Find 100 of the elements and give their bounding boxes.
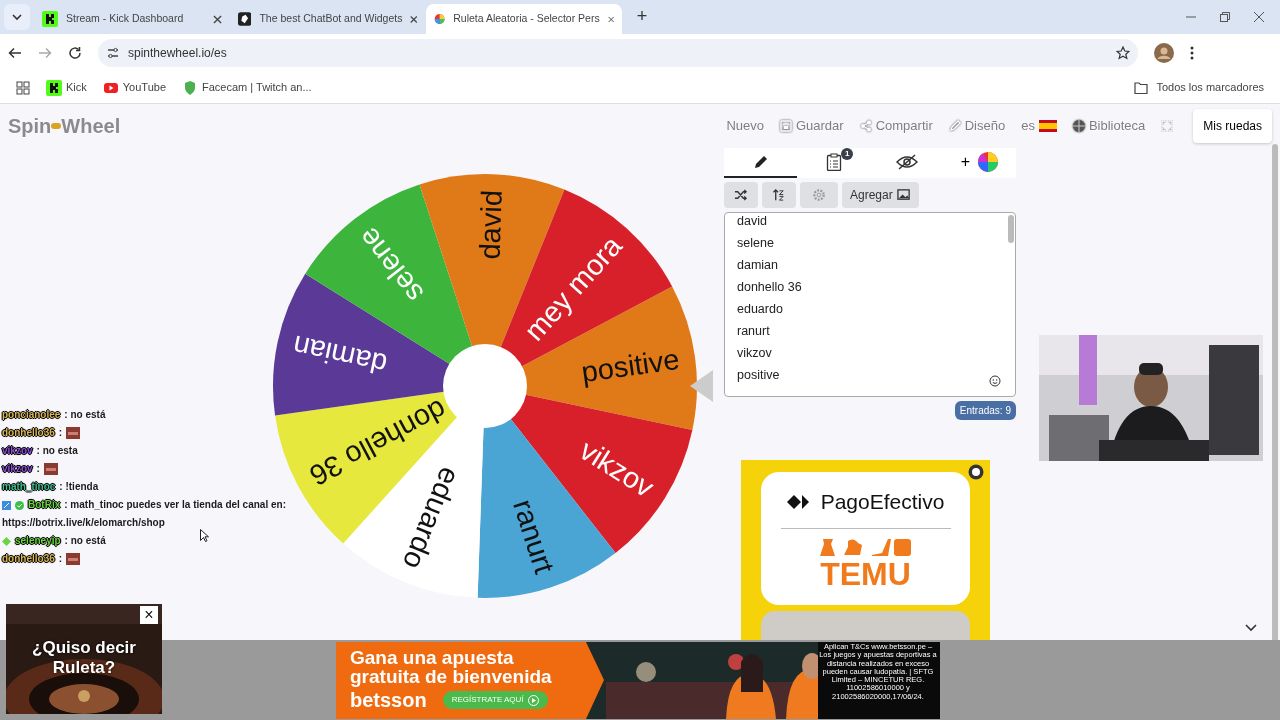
chat-username: donhello36 [2, 552, 55, 566]
segment-label: ranurt [506, 495, 561, 578]
pencil-icon [948, 120, 961, 132]
browser-tab[interactable]: Stream - Kick Dashboard [34, 4, 230, 34]
ad-info-icon[interactable] [968, 464, 984, 480]
logo-text: Wheel [61, 114, 121, 139]
emoji-icon[interactable] [989, 375, 1001, 387]
notification-badge: 1 [841, 148, 854, 160]
back-arrow-icon[interactable] [8, 46, 22, 60]
bookmark-link[interactable]: Kick [66, 79, 87, 96]
ad-store-name: TEMU [820, 556, 911, 592]
ad-brand: PagoEfectivo [820, 489, 945, 515]
chat-username: seleneyip [15, 534, 61, 548]
entry-line: eduardo [737, 301, 783, 318]
panel-tab[interactable]: 1 [797, 148, 870, 178]
browser-tab[interactable]: The best ChatBot and Widgets [230, 4, 426, 34]
my-wheels-button[interactable]: Mis ruedas [1193, 109, 1272, 143]
tab-title: The best ChatBot and Widgets [259, 11, 403, 27]
entry-count-badge: Entradas: 9 [954, 401, 1016, 420]
panel-tab[interactable]: + [943, 148, 1016, 178]
add-image-button[interactable]: Agregar [842, 182, 919, 208]
nav-link[interactable]: Biblioteca [1088, 116, 1146, 136]
nav-link[interactable]: Compartir [875, 116, 933, 136]
entries-field[interactable]: david selene damian donhello 36 eduardo ranurt vikzov positive [724, 212, 1016, 397]
bookmark-link[interactable]: Facecam | Twitch an... [202, 79, 312, 96]
tab-list-button[interactable] [4, 4, 30, 30]
site-settings-icon[interactable] [106, 46, 120, 60]
color-wheel-icon [434, 11, 446, 27]
wheel-hub[interactable] [443, 344, 527, 428]
entry-line: ranurt [737, 323, 770, 340]
close-icon[interactable] [213, 14, 222, 24]
chat-message: : no está [64, 534, 106, 548]
bookmark-link[interactable]: YouTube [122, 79, 166, 96]
eye-slash-icon [895, 154, 918, 170]
spain-flag-icon [1038, 120, 1057, 132]
shield-icon [182, 79, 198, 96]
segment-label: positive [579, 342, 682, 389]
chat-username: vikzov [2, 444, 33, 458]
entry-line: donhello 36 [737, 279, 802, 296]
profile-avatar-icon[interactable] [1154, 43, 1174, 63]
folder-icon [1134, 81, 1149, 94]
gear-icon [812, 188, 826, 202]
ad-headline: gratuita de bienvenida [350, 667, 553, 686]
close-icon[interactable] [1254, 12, 1264, 22]
chat-message: https://botrix.live/k/elomarch/shop [2, 516, 165, 530]
segment-label: damian [289, 329, 390, 381]
reload-icon[interactable] [68, 46, 82, 60]
chat-message: : no esta [36, 444, 78, 458]
nav-link[interactable]: Nuevo [726, 116, 764, 136]
chevron-down-icon[interactable] [1245, 624, 1257, 632]
ad-brand: betsson [350, 690, 427, 710]
chat-username: BotRix [28, 498, 61, 512]
clipboard-icon [825, 153, 842, 171]
play-icon [527, 694, 539, 706]
nav-link[interactable]: Diseño [964, 116, 1006, 136]
close-button[interactable]: × [140, 606, 158, 624]
ad-headline: ¿Quiso decir Ruleta? [31, 638, 137, 678]
chat-username: vikzov [2, 462, 33, 476]
panel-tab[interactable] [724, 148, 797, 178]
entry-line: positive [737, 367, 780, 384]
chat-username: math_tinoc [2, 480, 56, 494]
segment-label: david [473, 189, 508, 260]
save-icon [779, 120, 792, 132]
close-icon[interactable] [607, 14, 614, 24]
bookmark-star-icon[interactable] [1116, 46, 1130, 60]
tab-title: Stream - Kick Dashboard [66, 11, 185, 27]
chat-message: : math_tinoc puedes ver la tienda del canal en: [64, 498, 286, 512]
scrollbar[interactable] [1008, 215, 1014, 243]
chat-message: : [58, 552, 63, 566]
kick-logo-icon [42, 11, 58, 27]
logo-text: Spin [8, 114, 52, 139]
apps-grid-icon[interactable] [16, 80, 30, 95]
restore-icon[interactable] [1220, 12, 1230, 22]
chat-message: : no está [64, 408, 106, 422]
new-tab-button[interactable]: + [630, 3, 654, 30]
browser-tab[interactable]: Ruleta Aleatoria - Selector Pers [426, 4, 622, 34]
logo-badge-icon [51, 123, 62, 129]
pencil-icon [752, 154, 769, 170]
menu-icon[interactable] [1190, 46, 1194, 60]
address-field[interactable]: spinthewheel.io/es [128, 44, 227, 62]
nav-link[interactable]: es [1021, 116, 1035, 136]
shuffle-button[interactable] [724, 182, 758, 208]
entry-line: vikzov [737, 345, 772, 362]
bookmarks-folder-link[interactable]: Todos los marcadores [1156, 79, 1264, 96]
entry-line: selene [737, 235, 774, 252]
share-icon [859, 120, 872, 132]
shuffle-icon [734, 188, 748, 202]
chat-username: poncianolee [2, 408, 61, 422]
close-icon[interactable] [410, 14, 418, 24]
chat-username: donhello36 [2, 426, 55, 440]
globe-icon [1072, 120, 1085, 132]
sort-button[interactable] [762, 182, 796, 208]
chat-message: : [58, 426, 63, 440]
chevron-down-icon [12, 12, 22, 22]
entry-line: david [737, 213, 767, 230]
nav-link[interactable]: Guardar [795, 116, 844, 136]
sort-icon [772, 188, 786, 202]
chat-message: : !tienda [59, 480, 99, 494]
chat-message: : [36, 462, 40, 476]
image-icon [896, 188, 911, 202]
